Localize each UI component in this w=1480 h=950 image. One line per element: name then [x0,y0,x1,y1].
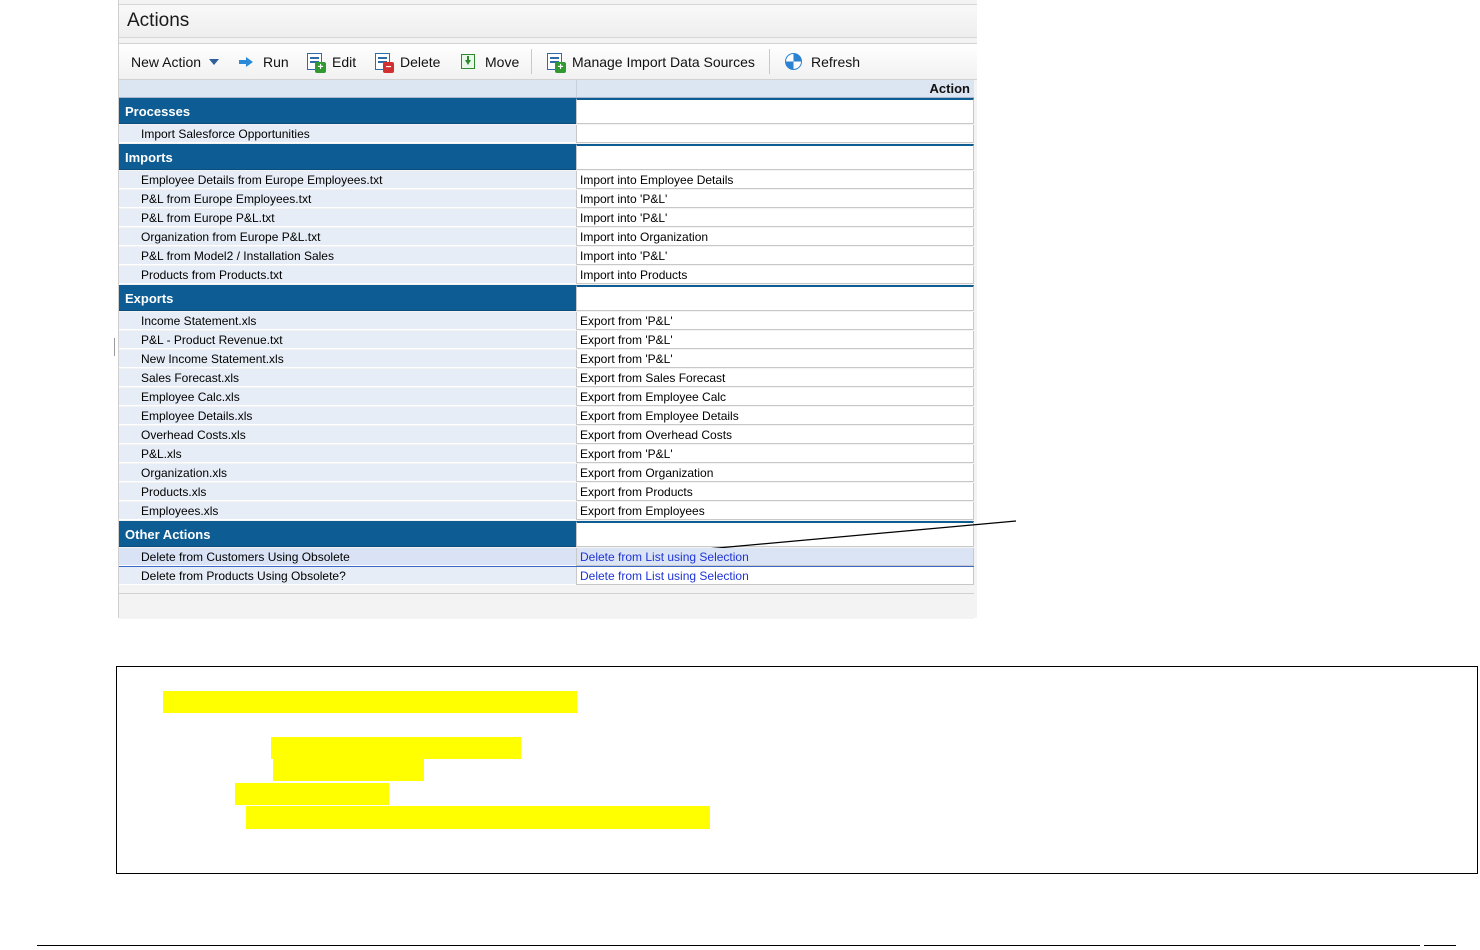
annotation-box [116,666,1478,874]
redacted-highlight [246,806,710,829]
action-name-cell: Delete from Customers Using Obsolete [119,548,576,566]
redacted-highlight [163,691,577,713]
table-row-selected[interactable]: Delete from Customers Using Obsolete Del… [119,548,974,567]
footer-rule [37,945,1420,946]
footer-mark [1424,945,1456,946]
action-type-link[interactable]: Delete from List using Selection [576,548,974,566]
redacted-highlight [235,783,389,805]
redacted-highlight [271,737,521,759]
redacted-highlight [273,759,424,781]
